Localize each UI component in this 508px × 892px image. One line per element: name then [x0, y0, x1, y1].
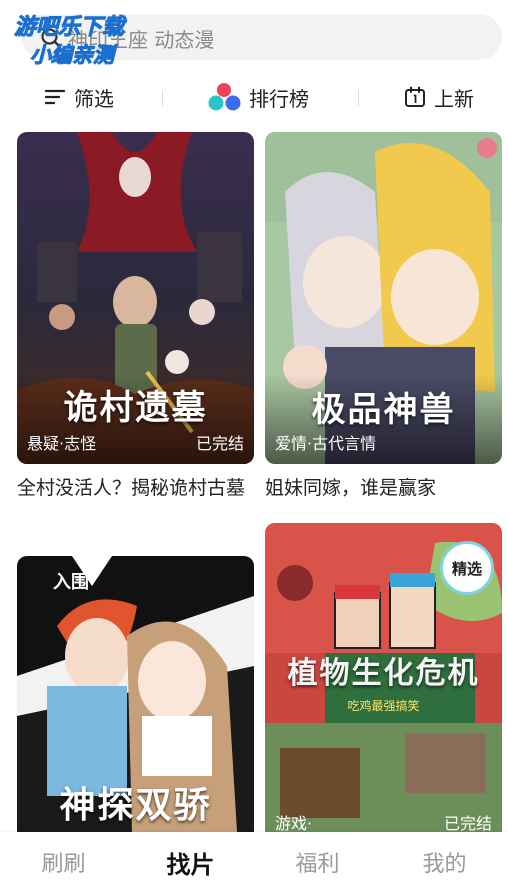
tab-mine[interactable]: 我的 — [381, 832, 508, 892]
cover-title: 植物生化危机 — [287, 656, 480, 691]
filter-lines-icon — [44, 89, 66, 105]
genre-tag: 悬疑·志怪 — [27, 434, 97, 453]
cover-title: 神探双骄 — [59, 784, 212, 826]
shortlist-badge: 入围 — [53, 572, 89, 593]
comic-cover[interactable]: 极品神兽 爱情·古代言情 — [265, 132, 502, 464]
filter-label: 筛选 — [74, 86, 114, 111]
watermark-logo: 游吧乐下载 小编亲测 — [14, 15, 128, 68]
tab-benefits[interactable]: 福利 — [254, 832, 381, 892]
new-releases-label: 上新 — [434, 86, 474, 111]
watermark-line2: 小编亲测 — [30, 43, 118, 67]
calendar-icon — [405, 86, 425, 107]
genre-tag: 游戏· — [275, 814, 313, 832]
comic-description[interactable]: 全村没活人？揭秘诡村古墓 — [17, 474, 254, 503]
search-area: 神印王座 动态漫 游吧乐下载 小编亲测 — [0, 0, 508, 72]
status-tag: 已完结 — [195, 434, 244, 453]
tab-shuashua[interactable]: 刷刷 — [0, 832, 127, 892]
divider — [162, 90, 163, 106]
ranking-button[interactable]: 排行榜 — [207, 72, 309, 122]
genre-tag: 爱情·古代言情 — [275, 434, 377, 453]
comic-description[interactable]: 姐妹同嫁，谁是赢家 — [265, 474, 502, 503]
cover-title: 极品神兽 — [311, 390, 456, 430]
filter-row: 筛选 排行榜 上新 — [0, 72, 508, 122]
bottom-nav: 刷刷 找片 福利 我的 — [0, 832, 508, 892]
tab-find[interactable]: 找片 — [127, 832, 254, 892]
cover-title: 诡村遗墓 — [63, 388, 208, 428]
watermark-line1: 游吧乐下载 — [14, 15, 127, 40]
featured-badge: 精选 — [440, 541, 494, 595]
comic-cover[interactable]: 植物生化危机 吃鸡最强搞笑 精选 游戏· 已完结 — [265, 523, 502, 832]
comic-cover[interactable]: 神探双骄 入围 — [17, 556, 254, 832]
divider — [358, 90, 359, 106]
comic-cover[interactable]: 诡村遗墓 悬疑·志怪 已完结 — [17, 132, 254, 464]
cover-subtitle: 吃鸡最强搞笑 — [347, 699, 420, 713]
new-releases-button[interactable]: 上新 — [404, 72, 474, 122]
ranking-label: 排行榜 — [249, 86, 309, 111]
status-tag: 已完结 — [443, 814, 492, 832]
filter-button[interactable]: 筛选 — [44, 72, 114, 122]
ranking-dots-icon — [208, 83, 241, 111]
